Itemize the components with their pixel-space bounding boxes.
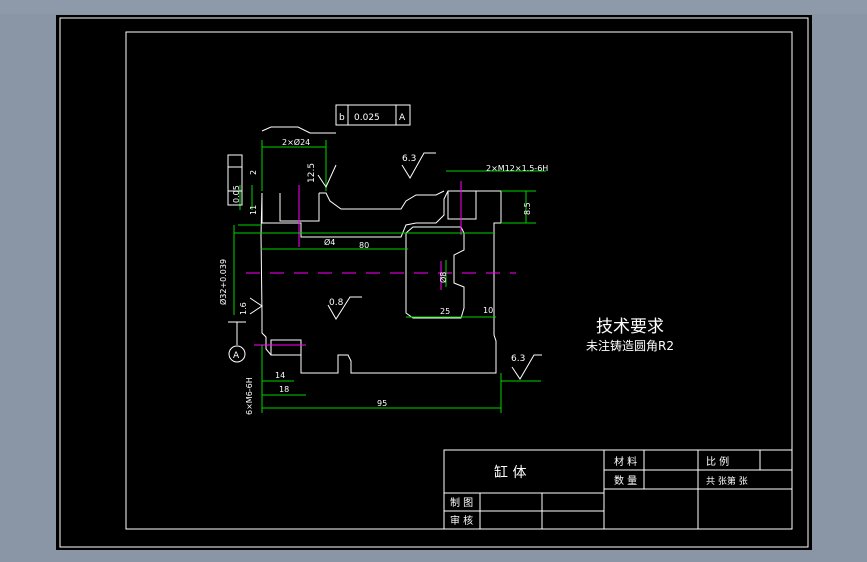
svg-text:0.8: 0.8 <box>329 298 344 308</box>
svg-text:12.5: 12.5 <box>307 163 317 183</box>
svg-text:审 核: 审 核 <box>450 514 473 527</box>
svg-text:Ø32+0.039: Ø32+0.039 <box>218 259 228 305</box>
svg-text:6.3: 6.3 <box>511 354 525 364</box>
svg-text:25: 25 <box>440 307 450 316</box>
svg-text:共 张第 张: 共 张第 张 <box>706 475 748 487</box>
svg-text:11: 11 <box>249 205 258 215</box>
part-section <box>260 190 502 374</box>
svg-text:1.6: 1.6 <box>239 302 248 315</box>
svg-text:6.3: 6.3 <box>402 154 416 164</box>
sheet-outer-border <box>59 17 809 548</box>
svg-text:2: 2 <box>249 170 258 175</box>
drawing-canvas[interactable]: b 0.025 A 0.05 A 6.3 12.5 0.8 6.3 1.6 2×… <box>56 15 812 550</box>
svg-text:95: 95 <box>377 399 387 408</box>
svg-text:80: 80 <box>359 241 369 250</box>
tolerance-frame: b 0.025 A <box>335 104 411 126</box>
tolerance-symbol: b <box>339 113 345 123</box>
svg-text:2×M12×1.5-6H: 2×M12×1.5-6H <box>486 164 548 173</box>
svg-text:Ø8: Ø8 <box>438 272 448 283</box>
datum-symbol: A <box>228 321 246 363</box>
svg-text:10: 10 <box>483 306 493 315</box>
window-top-strip <box>0 0 867 14</box>
svg-text:材 料: 材 料 <box>614 455 637 468</box>
svg-text:14: 14 <box>275 371 285 380</box>
side-tolerance-frame: 0.05 <box>227 154 243 206</box>
datum-label: A <box>233 351 240 361</box>
cad-viewer: b 0.025 A 0.05 A 6.3 12.5 0.8 6.3 1.6 2×… <box>0 0 867 562</box>
svg-text:制 图: 制 图 <box>450 496 473 509</box>
svg-text:6×M6-6H: 6×M6-6H <box>245 377 254 415</box>
drawing-svg: b 0.025 A 0.05 A 6.3 12.5 0.8 6.3 1.6 2×… <box>59 17 809 548</box>
svg-text:18: 18 <box>279 385 289 394</box>
svg-text:数 量: 数 量 <box>614 474 637 487</box>
svg-text:2×Ø24: 2×Ø24 <box>282 137 310 147</box>
part-name: 缸 体 <box>494 464 526 481</box>
tolerance-datum: A <box>399 113 406 123</box>
svg-text:Ø4: Ø4 <box>324 237 335 247</box>
tech-requirements-note: 未注铸造圆角R2 <box>586 338 674 353</box>
svg-text:比 例: 比 例 <box>706 455 729 468</box>
svg-text:8.5: 8.5 <box>523 202 532 215</box>
title-block: 缸 体 材 料 数 量 比 例 共 张第 张 制 图 审 核 <box>443 449 793 530</box>
tolerance-value: 0.025 <box>354 113 380 123</box>
tolerance-leader <box>271 126 336 134</box>
tech-requirements-title: 技术要求 <box>596 317 664 337</box>
side-tolerance-value: 0.05 <box>232 185 241 203</box>
